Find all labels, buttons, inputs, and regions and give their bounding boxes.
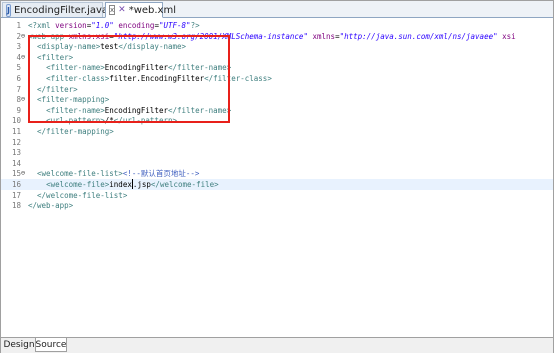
xml-file-icon: ✕	[118, 5, 126, 15]
fold-toggle-icon[interactable]: ⊖	[20, 52, 26, 63]
line-number: 6	[16, 74, 21, 83]
tab-source[interactable]: Source	[35, 338, 67, 352]
line-number: 3	[16, 42, 21, 52]
code-line[interactable]: 16 <welcome-file>index.jsp</welcome-file…	[1, 179, 553, 190]
line-number: 1	[16, 21, 21, 30]
code-text: <?xml version="1.0" encoding="UTF-8"?>	[28, 20, 200, 31]
tab-encodingfilter-java[interactable]: J EncodingFilter.java	[2, 2, 108, 17]
code-token: </welcome-file-list>	[37, 190, 128, 200]
code-token: "http://java.sun.com/xml/ns/javaee"	[339, 31, 498, 41]
tab-label: *web.xml	[128, 4, 176, 16]
code-token: xmlns	[312, 31, 336, 41]
code-line[interactable]: 17 </welcome-file-list>	[1, 190, 553, 201]
code-token: "1.0"	[91, 21, 114, 30]
code-token: xsi	[502, 31, 516, 41]
code-line[interactable]: 18 </web-app>	[1, 200, 553, 211]
code-token: ?>	[190, 21, 200, 30]
fold-toggle-icon[interactable]: ⊖	[20, 168, 26, 179]
code-token: <!--默认首页地址-->	[122, 169, 200, 179]
code-token: encoding	[118, 21, 155, 30]
tab-design[interactable]: Design	[3, 338, 35, 352]
code-text: </welcome-file-list>	[28, 190, 127, 201]
tab-web-xml[interactable]: x ✕ *web.xml	[105, 2, 176, 18]
code-text: <welcome-file-list><!--默认首页地址-->	[28, 168, 199, 179]
editor-window: J EncodingFilter.java x ✕ *web.xml 1 <?xm…	[0, 0, 554, 353]
line-number: 14	[11, 158, 21, 168]
close-icon[interactable]: x	[109, 5, 116, 15]
tab-label: EncodingFilter.java	[13, 4, 109, 16]
code-token: </filter-mapping>	[37, 127, 114, 136]
code-line[interactable]: 13	[1, 147, 553, 158]
editor-tab-bar: J EncodingFilter.java x ✕ *web.xml	[1, 1, 553, 18]
code-line[interactable]: 11 </filter-mapping>	[1, 126, 553, 137]
fold-toggle-icon[interactable]: ⊖	[20, 31, 26, 42]
line-number: 13	[11, 148, 21, 158]
line-number: 8	[16, 95, 21, 105]
code-line[interactable]: 12	[1, 137, 553, 148]
code-text: <welcome-file>index.jsp</welcome-file>	[28, 179, 219, 190]
code-text: </filter-mapping>	[28, 126, 114, 137]
line-number: 17	[11, 190, 21, 200]
code-token: index	[109, 180, 132, 189]
code-token: "UTF-8"	[158, 21, 191, 30]
line-number: 7	[16, 84, 21, 94]
line-number: 15	[11, 169, 21, 179]
line-number: 4	[16, 52, 21, 62]
code-token: version	[55, 21, 87, 30]
highlight-annotation-box	[28, 35, 230, 123]
code-token: </welcome-file>	[150, 180, 219, 189]
code-text: </web-app>	[28, 200, 73, 211]
line-number: 2	[16, 31, 21, 41]
line-number: 9	[16, 105, 21, 115]
code-token: <?xml	[28, 21, 56, 30]
java-file-icon: J	[6, 3, 11, 17]
line-number: 12	[11, 137, 21, 147]
code-line[interactable]: 14	[1, 158, 553, 169]
editor-mode-tabs: Design Source	[1, 337, 553, 353]
line-number: 5	[16, 63, 21, 73]
code-line[interactable]: 1 <?xml version="1.0" encoding="UTF-8"?>	[1, 20, 553, 31]
code-token: .jsp	[132, 180, 151, 189]
fold-toggle-icon[interactable]: ⊖	[20, 94, 26, 105]
code-token: <welcome-file-list>	[37, 169, 123, 179]
line-number: 18	[11, 201, 21, 211]
code-token: </web-app>	[28, 201, 74, 211]
line-number: 16	[11, 180, 21, 189]
line-number: 11	[11, 127, 21, 136]
line-number: 10	[11, 116, 21, 126]
code-line[interactable]: 15 ⊖ <welcome-file-list><!--默认首页地址-->	[1, 168, 553, 179]
code-token: <welcome-file>	[46, 180, 110, 189]
